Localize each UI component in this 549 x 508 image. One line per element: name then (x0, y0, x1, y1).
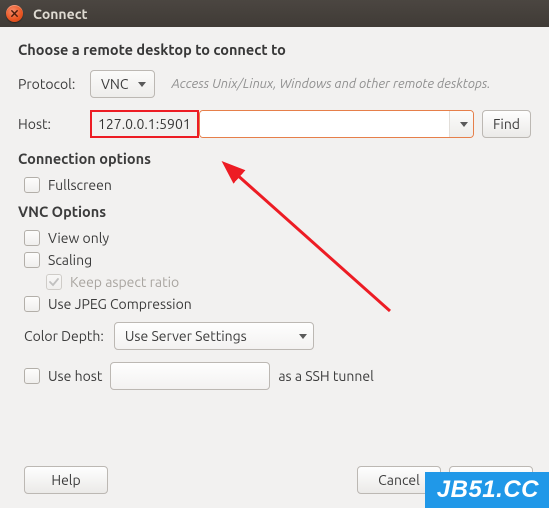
colordepth-label: Color Depth: (24, 328, 104, 344)
usehost-label: Use host (48, 368, 102, 384)
chevron-down-icon (138, 82, 146, 87)
watermark: JB51.CC (425, 472, 549, 508)
protocol-row: Protocol: VNC Access Unix/Linux, Windows… (18, 70, 531, 98)
keepaspect-option: Keep aspect ratio (46, 274, 531, 290)
keepaspect-label: Keep aspect ratio (70, 274, 179, 290)
fullscreen-option[interactable]: Fullscreen (24, 177, 531, 193)
host-highlight: 127.0.0.1:5901 (90, 110, 199, 138)
usehost-checkbox[interactable] (24, 368, 40, 384)
ssh-host-input[interactable] (110, 362, 270, 390)
help-button[interactable]: Help (24, 466, 108, 494)
scaling-option[interactable]: Scaling (24, 252, 531, 268)
jpeg-checkbox[interactable] (24, 296, 40, 312)
host-dropdown[interactable] (449, 111, 473, 137)
chevron-down-icon (299, 334, 307, 339)
ssh-suffix: as a SSH tunnel (278, 368, 373, 384)
protocol-value: VNC (101, 76, 128, 92)
titlebar: Connect (0, 0, 549, 27)
ssh-row: Use host as a SSH tunnel (24, 362, 531, 390)
protocol-label: Protocol: (18, 76, 90, 92)
jpeg-option[interactable]: Use JPEG Compression (24, 296, 531, 312)
host-label: Host: (18, 116, 90, 132)
connection-options-heading: Connection options (18, 150, 531, 167)
scaling-label: Scaling (48, 252, 92, 268)
keepaspect-checkbox (46, 274, 62, 290)
scaling-checkbox[interactable] (24, 252, 40, 268)
close-icon[interactable] (6, 5, 23, 22)
fullscreen-label: Fullscreen (48, 177, 112, 193)
find-button[interactable]: Find (482, 110, 531, 138)
jpeg-label: Use JPEG Compression (48, 296, 192, 312)
colordepth-value: Use Server Settings (125, 328, 247, 344)
protocol-hint: Access Unix/Linux, Windows and other rem… (171, 77, 490, 91)
host-row: Host: 127.0.0.1:5901 Find (18, 110, 531, 138)
host-combo[interactable] (199, 110, 474, 138)
protocol-select[interactable]: VNC (90, 70, 155, 98)
chevron-down-icon (460, 122, 468, 127)
colordepth-select[interactable]: Use Server Settings (114, 322, 314, 350)
host-value-display: 127.0.0.1:5901 (94, 116, 195, 132)
vnc-options-heading: VNC Options (18, 203, 531, 220)
viewonly-checkbox[interactable] (24, 230, 40, 246)
viewonly-option[interactable]: View only (24, 230, 531, 246)
fullscreen-checkbox[interactable] (24, 177, 40, 193)
host-input[interactable] (200, 111, 449, 137)
page-heading: Choose a remote desktop to connect to (18, 41, 531, 58)
viewonly-label: View only (48, 230, 109, 246)
dialog-content: Choose a remote desktop to connect to Pr… (0, 27, 549, 508)
colordepth-row: Color Depth: Use Server Settings (24, 322, 531, 350)
window-title: Connect (33, 6, 88, 22)
